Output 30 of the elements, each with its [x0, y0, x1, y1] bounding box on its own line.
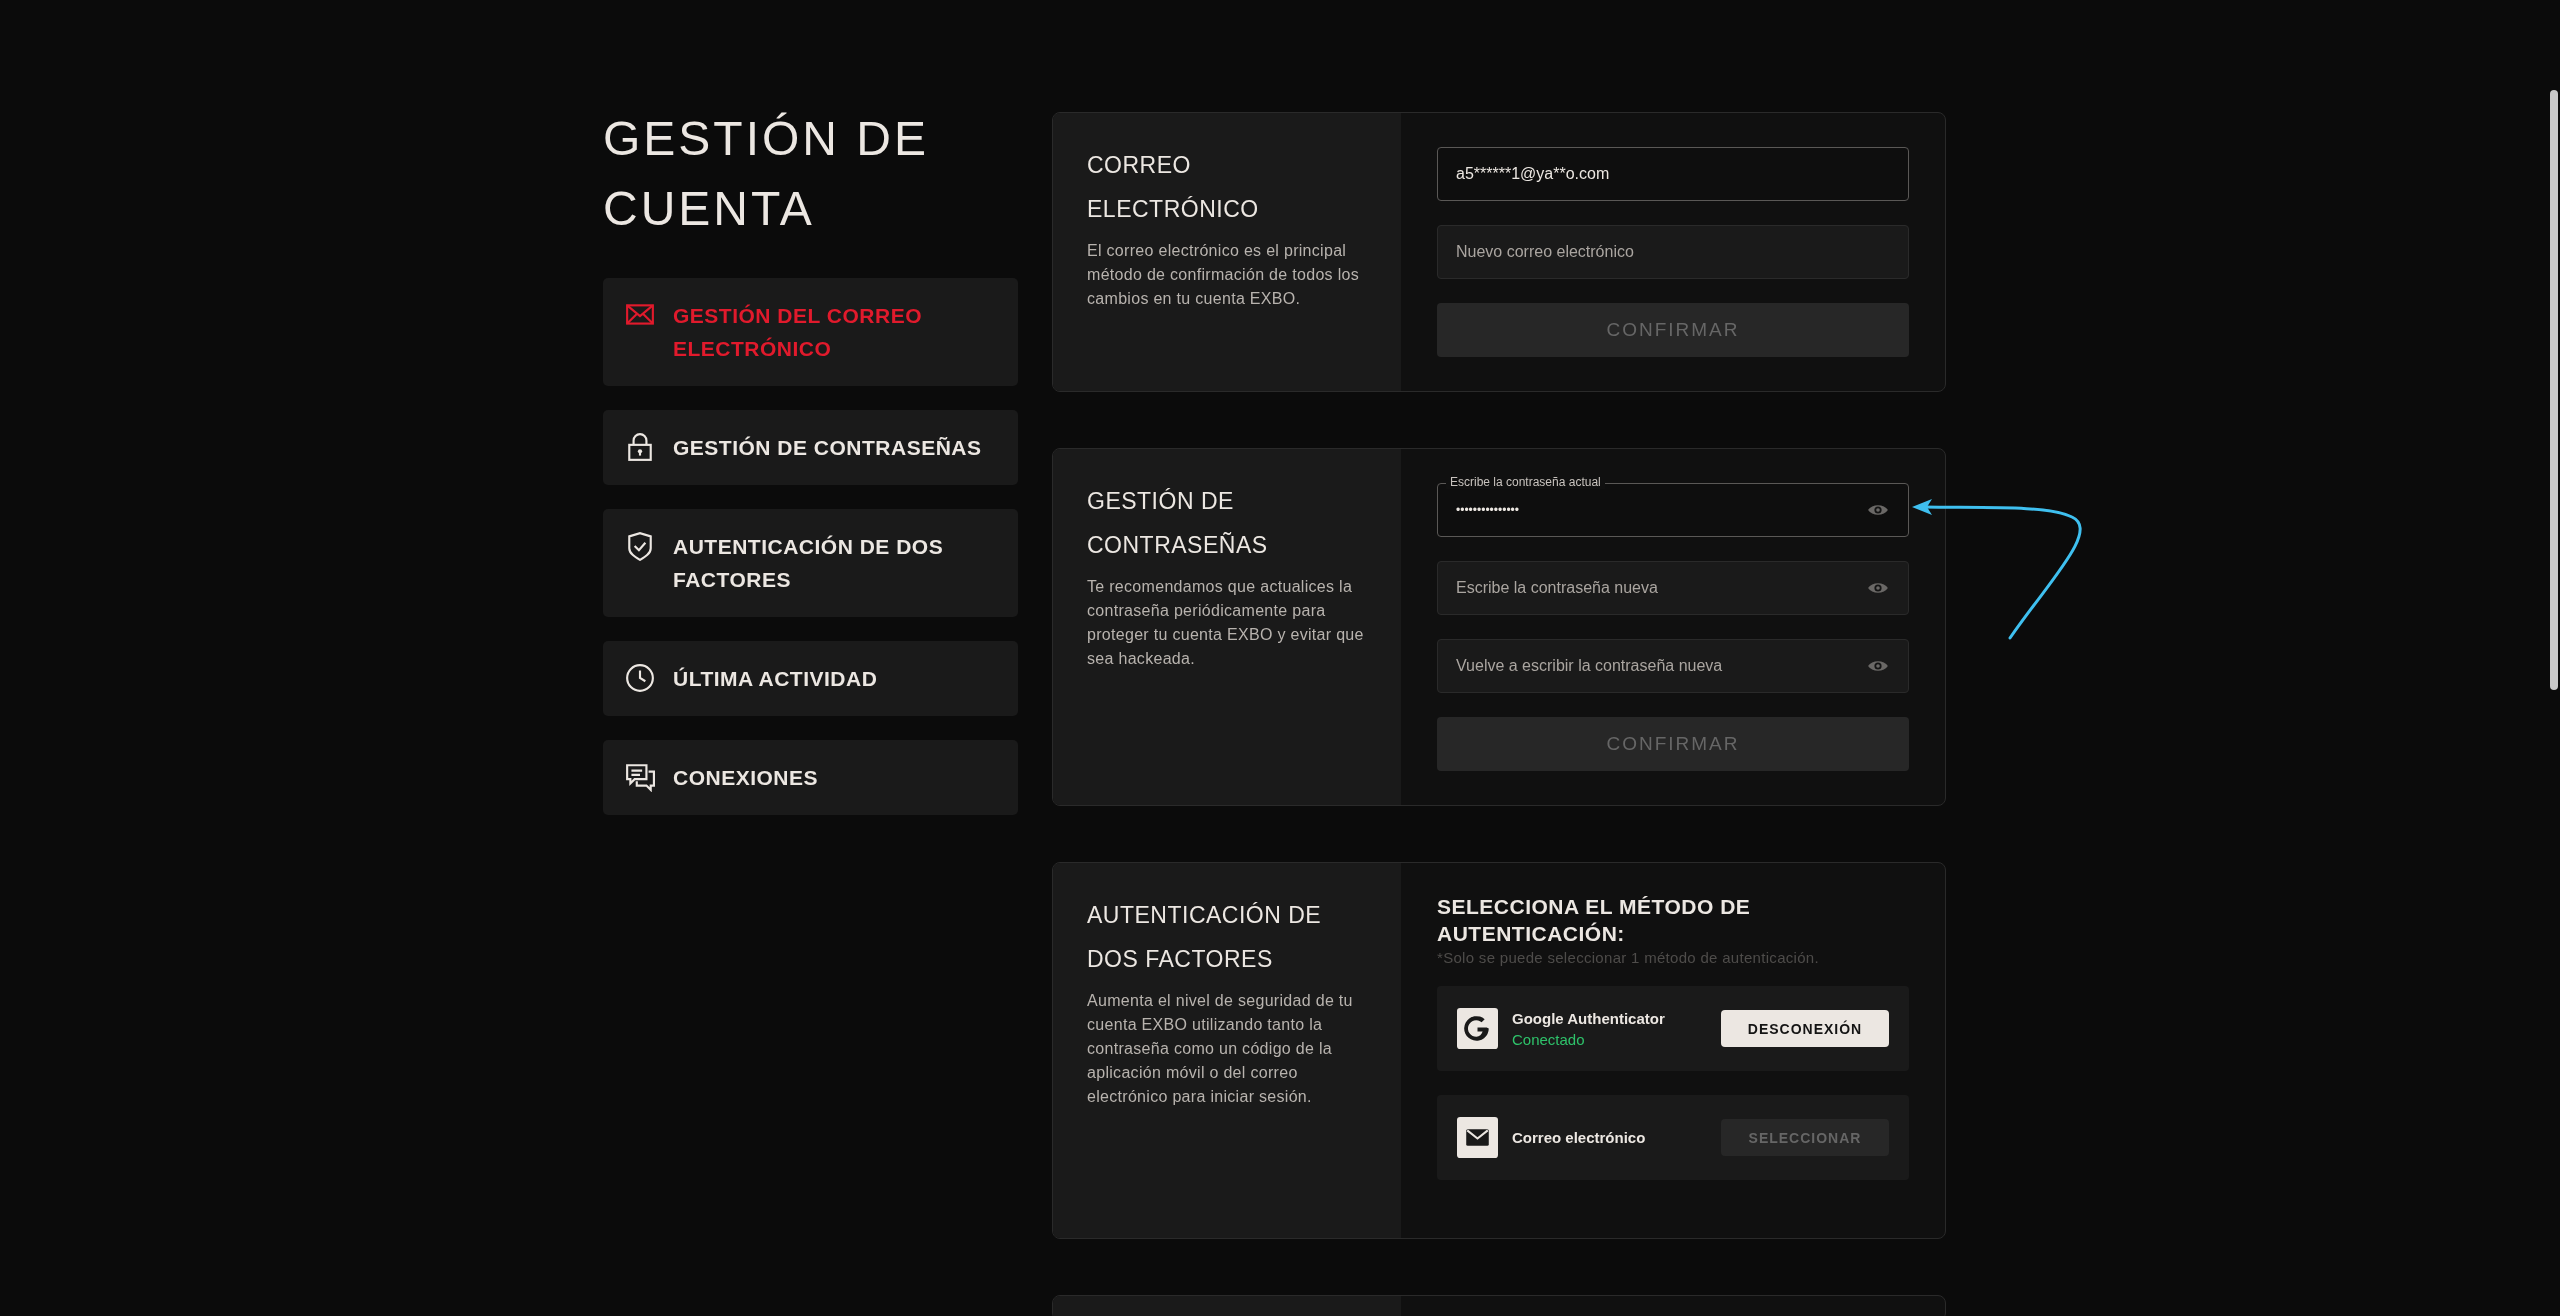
envelope-icon — [1457, 1117, 1498, 1158]
chat-bubbles-icon — [625, 762, 655, 792]
disconnect-button[interactable]: DESCONEXIÓN — [1721, 1010, 1889, 1047]
method-note: *Solo se puede seleccionar 1 método de autenticación. — [1437, 949, 1820, 966]
section-description: Te recomendamos que actualices la contraseña periódicamente para proteger tu cuenta EXBO y evitar que sea hackeada. — [1087, 577, 1365, 669]
section-description: Aumenta el nivel de seguridad de tu cuenta EXBO utilizando tanto la contraseña como un código de la aplicación móvil o del correo electrónico para iniciar sesión. — [1087, 991, 1354, 1107]
clock-icon — [625, 663, 655, 693]
sidebar-item[interactable]: CONEXIONES — [603, 740, 1018, 815]
section-description: El correo electrónico es el principal método de confirmación de todos los cambios en tu cuenta EXBO. — [1087, 241, 1360, 309]
section-title: AUTENTICACIÓN DE DOS FACTORES — [1087, 901, 1323, 974]
shield-check-icon — [625, 531, 655, 561]
input-field[interactable]: Nuevo correo electrónico — [1437, 225, 1909, 279]
scrollbar[interactable] — [2550, 90, 2558, 690]
lock-icon — [625, 432, 655, 462]
password-field[interactable]: Escribe la contraseña nueva — [1437, 561, 1909, 615]
page-title: GESTIÓN DE CUENTA — [603, 111, 931, 237]
field-label: Escribe la contraseña actual — [1446, 476, 1605, 489]
section-title: CORREO ELECTRÓNICO — [1087, 151, 1260, 224]
method-heading: SELECCIONA EL MÉTODO DE AUTENTICACIÓN: — [1437, 894, 1752, 947]
sidebar-item[interactable]: GESTIÓN DE CONTRASEÑAS — [603, 410, 1018, 485]
connection-status: Conectado — [1512, 1030, 1586, 1048]
sidebar-item[interactable]: ÚLTIMA ACTIVIDAD — [603, 641, 1018, 716]
password-field[interactable]: Vuelve a escribir la contraseña nueva — [1437, 639, 1909, 693]
sidebar-item[interactable]: GESTIÓN DEL CORREO ELECTRÓNICO — [603, 278, 1018, 386]
email-field[interactable]: a5******1@ya**o.com — [1437, 147, 1909, 201]
sidebar-item[interactable]: AUTENTICACIÓN DE DOS FACTORES — [603, 509, 1018, 617]
g-logo-icon — [1457, 1008, 1498, 1049]
section-title: GESTIÓN DE CONTRASEÑAS — [1087, 487, 1269, 560]
method-name: Google Authenticator — [1512, 1009, 1666, 1027]
method-name: Correo electrónico — [1512, 1129, 1647, 1146]
